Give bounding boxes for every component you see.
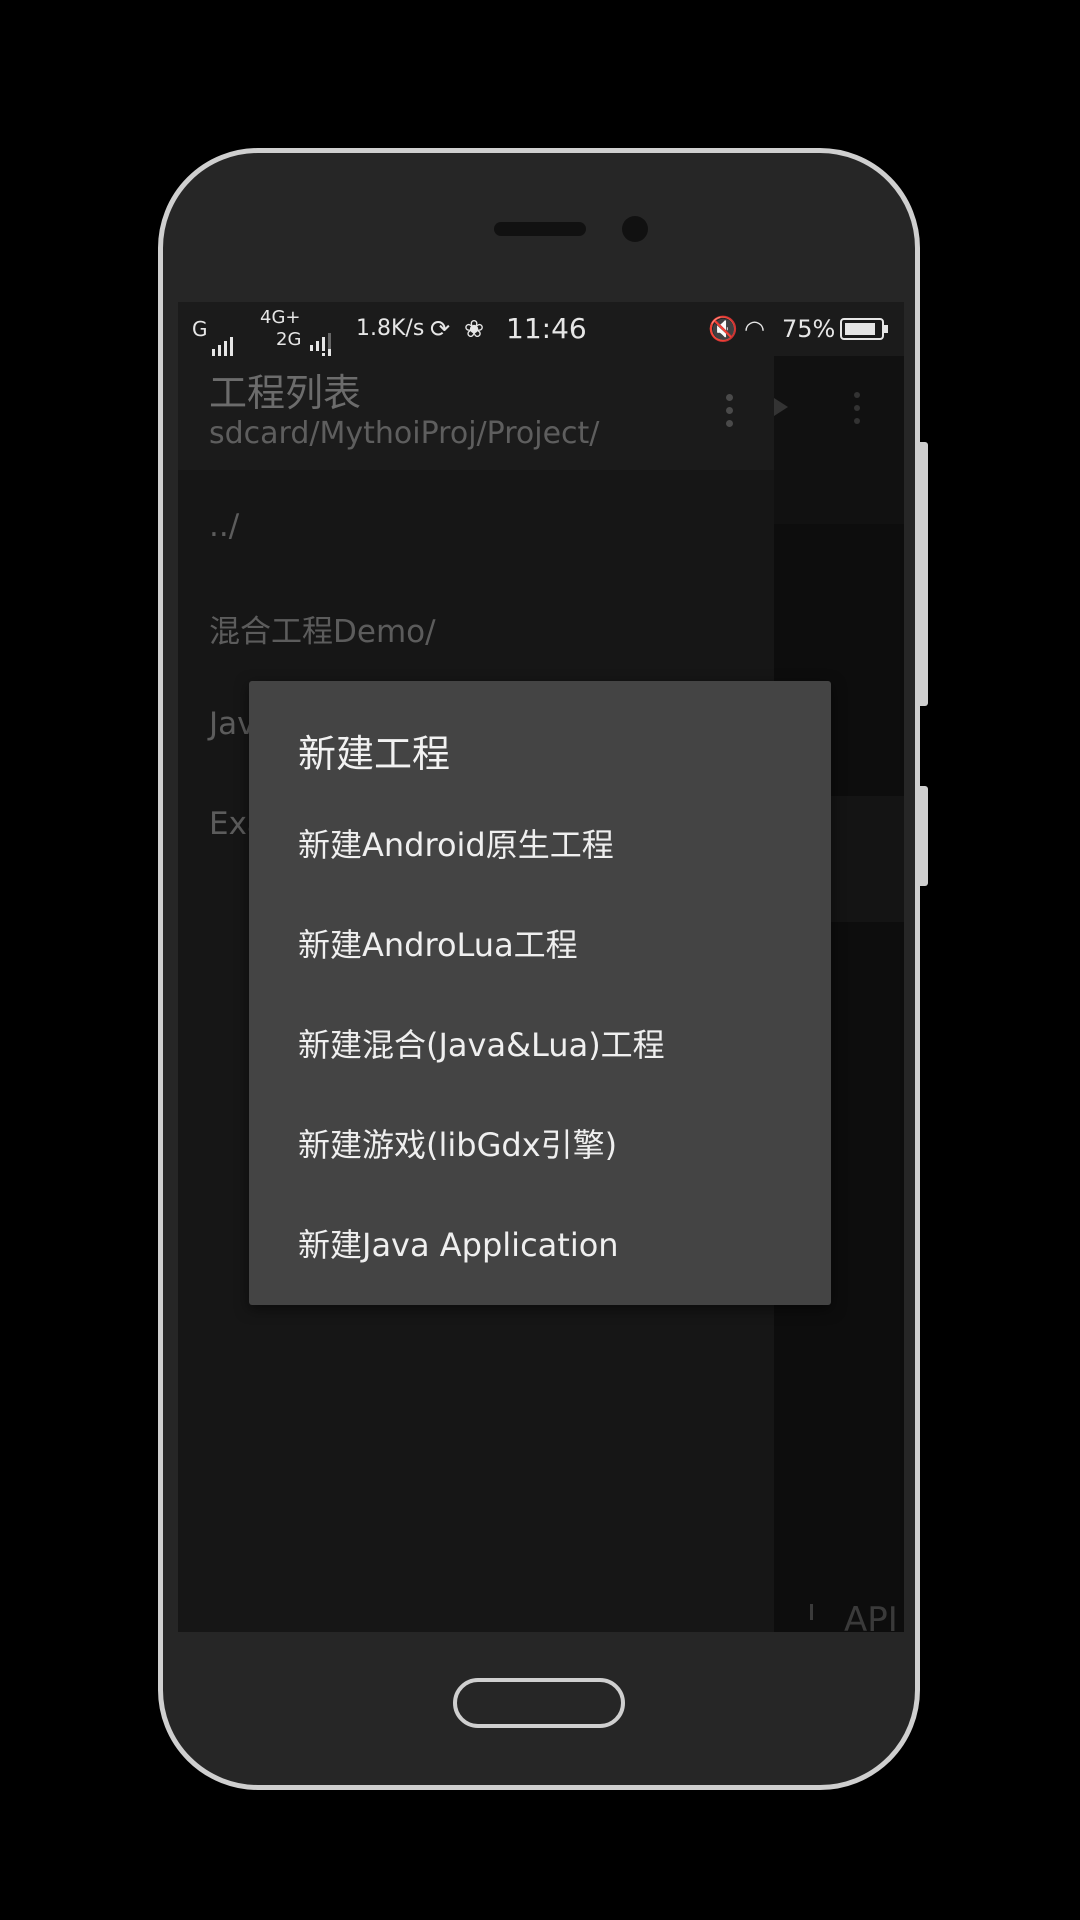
clock: 11:46 <box>506 312 587 345</box>
sync-icon: ⟳ <box>430 315 451 343</box>
run-icon <box>774 398 788 416</box>
drawer-header: 工程列表 sdcard/MythoiProj/Project/ <box>178 356 774 470</box>
cursor-mark <box>810 1604 813 1620</box>
carrier-label: G <box>192 317 208 341</box>
battery-percent: 75% <box>782 315 836 343</box>
wifi-icon: ◠ <box>744 315 765 343</box>
volume-button <box>920 442 928 706</box>
api-label: API <box>844 1600 898 1632</box>
option-new-mixed-project[interactable]: 新建混合(Java&Lua)工程 <box>298 1020 665 1066</box>
front-camera <box>622 216 648 242</box>
home-button[interactable] <box>453 1678 625 1728</box>
earpiece-speaker <box>494 222 586 236</box>
qq-icon: ❀ <box>464 315 485 343</box>
overflow-menu-icon <box>854 392 862 431</box>
dialog-title: 新建工程 <box>298 732 451 776</box>
status-bar: G 4G+ 2G 1.8K/s ⟳ ❀ 11:46 🔇 ◠ 75% <box>178 302 904 367</box>
editor-toolbar <box>774 356 904 524</box>
project-path: sdcard/MythoiProj/Project/ <box>209 416 600 451</box>
power-button <box>920 786 928 886</box>
option-new-android-project[interactable]: 新建Android原生工程 <box>298 820 614 866</box>
option-new-androlua-project[interactable]: 新建AndroLua工程 <box>298 920 578 966</box>
new-project-dialog: 新建工程 新建Android原生工程 新建AndroLua工程 新建混合(Jav… <box>249 681 831 1305</box>
drawer-title: 工程列表 <box>209 371 362 415</box>
list-item[interactable]: ../ <box>209 508 239 544</box>
option-new-game-project[interactable]: 新建游戏(libGdx引擎) <box>298 1120 617 1166</box>
network-speed: 1.8K/s <box>356 316 425 341</box>
mute-icon: 🔇 <box>708 315 738 343</box>
list-item[interactable]: 混合工程Demo/ <box>209 606 436 651</box>
battery-icon <box>840 318 888 340</box>
signal-icon <box>212 302 236 357</box>
option-new-java-application[interactable]: 新建Java Application <box>298 1220 619 1266</box>
overflow-menu-icon[interactable] <box>726 394 734 433</box>
